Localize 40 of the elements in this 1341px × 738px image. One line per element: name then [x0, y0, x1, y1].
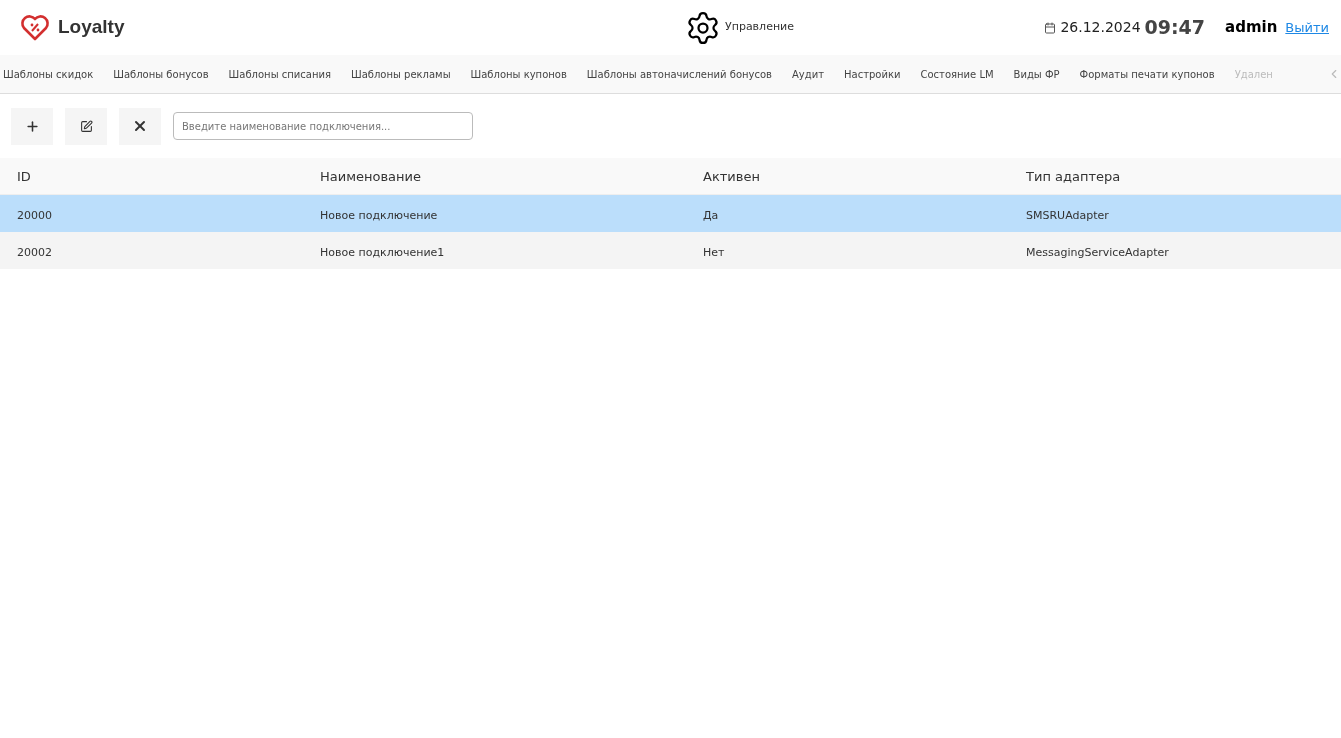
settings-icon[interactable] [685, 9, 721, 46]
table-row[interactable]: 20002 Новое подключение1 Нет MessagingServiceAdapter [0, 232, 1341, 269]
nav-tab[interactable]: Шаблоны бонусов [113, 66, 209, 82]
column-header[interactable]: ID [17, 169, 31, 184]
heart-logo-icon [20, 13, 50, 42]
column-header[interactable]: Активен [703, 169, 760, 184]
edit-button[interactable] [65, 107, 107, 145]
app-name: Loyalty [58, 15, 125, 40]
nav-tab[interactable]: Аудит [792, 66, 824, 82]
nav-tab[interactable]: Виды ФР [1013, 66, 1060, 82]
edit-icon [79, 119, 93, 133]
delete-button[interactable] [119, 107, 161, 145]
column-header[interactable]: Тип адаптера [1026, 169, 1121, 184]
nav-tab[interactable]: Шаблоны купонов [470, 66, 567, 82]
time-text: 09:47 [1144, 15, 1206, 41]
nav-tab[interactable]: Шаблоны рекламы [350, 66, 451, 82]
search-field[interactable]: Введите наименование подключения... [173, 112, 473, 140]
date-text: 26.12.2024 [1060, 18, 1141, 37]
nav-tab[interactable]: Шаблоны списания [228, 66, 331, 82]
column-header[interactable]: Наименование [320, 169, 422, 184]
table-cell: Новое подключение1 [320, 245, 445, 259]
table-cell: MessagingServiceAdapter [1026, 245, 1169, 259]
table-cell: Новое подключение [320, 208, 438, 222]
logout-link[interactable]: Выйти [1285, 17, 1329, 38]
calendar-icon [1044, 21, 1057, 34]
table-row[interactable]: 20000 Новое подключение Да SMSRUAdapter [0, 195, 1341, 232]
nav-tab[interactable]: Форматы печати купонов [1079, 66, 1215, 82]
table-cell: 20000 [17, 208, 52, 222]
close-icon [132, 118, 148, 134]
user-name: admin [1225, 17, 1278, 39]
table-cell: Да [703, 208, 719, 222]
table-cell: Нет [703, 245, 725, 259]
nav-tab[interactable]: Шаблоны скидок [3, 66, 94, 82]
nav-tab[interactable]: Настройки [844, 66, 901, 82]
table-cell: 20002 [17, 245, 52, 259]
table-cell: SMSRUAdapter [1026, 208, 1109, 222]
nav-tab[interactable]: Шаблоны автоначислений бонусов [586, 66, 772, 82]
nav-tab[interactable]: Состояние LM [920, 66, 994, 82]
plus-icon [24, 118, 40, 134]
section-title: Управление [725, 19, 794, 36]
